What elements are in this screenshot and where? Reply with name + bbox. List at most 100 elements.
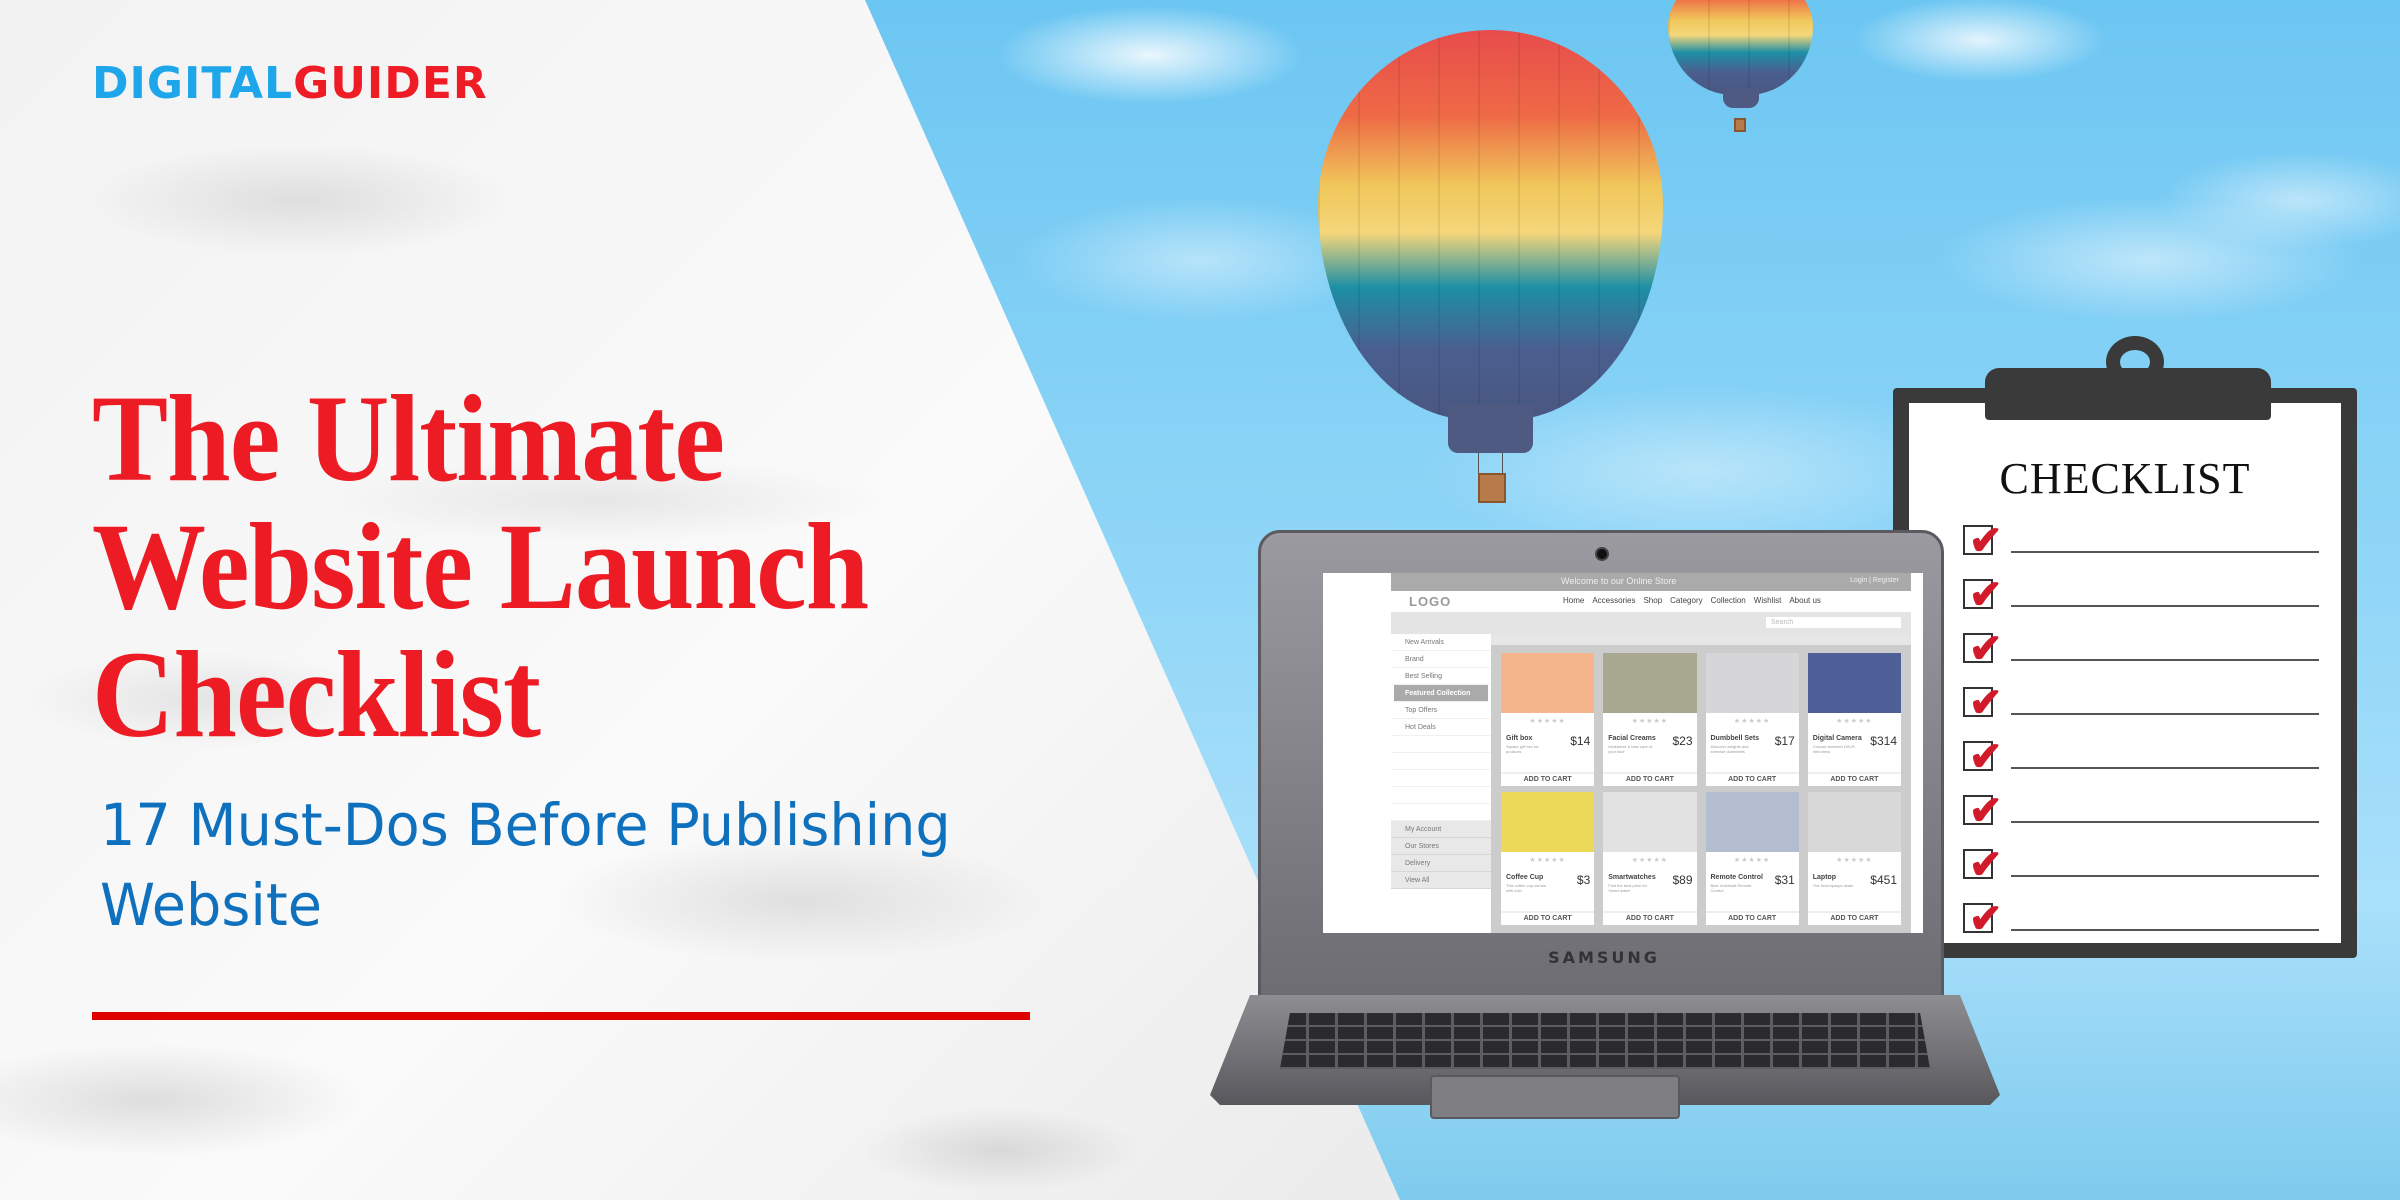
brand-logo[interactable]: DIGITALGUIDER bbox=[92, 58, 488, 109]
laptop: Welcome to our Online Store Login | Regi… bbox=[1210, 525, 2000, 1119]
checklist-item: ✔ bbox=[1963, 515, 2323, 561]
sidebar-spacer bbox=[1391, 787, 1491, 804]
sidebar-item[interactable]: New Arrivals bbox=[1391, 634, 1491, 651]
login-register-link[interactable]: Login | Register bbox=[1850, 577, 1899, 584]
product-image[interactable] bbox=[1501, 792, 1595, 852]
title-line: Checklist bbox=[92, 626, 541, 763]
store-mockup: Welcome to our Online Store Login | Regi… bbox=[1391, 573, 1911, 933]
store-nav-link[interactable]: About us bbox=[1789, 596, 1821, 605]
sidebar-item[interactable]: Brand bbox=[1391, 651, 1491, 668]
balloon-basket bbox=[1734, 118, 1746, 132]
product-name[interactable]: Digital Camera bbox=[1813, 735, 1862, 742]
product-price: $31 bbox=[1774, 873, 1795, 887]
laptop-screen: Welcome to our Online Store Login | Regi… bbox=[1323, 573, 1923, 933]
store-nav-link[interactable]: Accessories bbox=[1592, 596, 1635, 605]
checklist-line bbox=[2011, 821, 2319, 823]
product-image[interactable] bbox=[1705, 792, 1799, 852]
store-nav-link[interactable]: Wishlist bbox=[1754, 596, 1782, 605]
checklist-line bbox=[2011, 713, 2319, 715]
checklist-item: ✔ bbox=[1963, 839, 2323, 885]
product-image[interactable] bbox=[1501, 653, 1595, 713]
rating-stars-icon: ★★★★★ bbox=[1631, 857, 1669, 864]
add-to-cart-button[interactable]: ADD TO CART bbox=[1807, 911, 1901, 925]
add-to-cart-button[interactable]: ADD TO CART bbox=[1501, 772, 1595, 786]
product-name[interactable]: Facial Creams bbox=[1608, 735, 1655, 742]
balloon-envelope bbox=[1668, 0, 1813, 95]
product-name[interactable]: Dumbbell Sets bbox=[1711, 735, 1760, 742]
sidebar-item[interactable]: My Account bbox=[1391, 821, 1491, 838]
store-nav-link[interactable]: Collection bbox=[1711, 596, 1746, 605]
product-image[interactable] bbox=[1705, 653, 1799, 713]
sidebar-item[interactable]: Best Selling bbox=[1391, 668, 1491, 685]
checklist-line bbox=[2011, 929, 2319, 931]
store-logo[interactable]: LOGO bbox=[1409, 594, 1451, 609]
rating-stars-icon: ★★★★★ bbox=[1836, 718, 1873, 725]
product-price: $314 bbox=[1870, 734, 1897, 748]
product-description: Find the best price for Smart watch bbox=[1608, 883, 1647, 893]
add-to-cart-button[interactable]: ADD TO CART bbox=[1603, 911, 1697, 925]
laptop-keyboard bbox=[1280, 1013, 1930, 1069]
product-image[interactable] bbox=[1603, 653, 1697, 713]
product-card[interactable]: ★★★★★ Dumbbell Sets Discover weights and e… bbox=[1705, 653, 1799, 786]
store-nav-link[interactable]: Shop bbox=[1643, 596, 1662, 605]
rating-stars-icon: ★★★★★ bbox=[1733, 857, 1771, 864]
subtitle-line: Website bbox=[100, 871, 322, 939]
add-to-cart-button[interactable]: ADD TO CART bbox=[1603, 772, 1697, 786]
product-description: The best laptops deals bbox=[1812, 883, 1853, 888]
product-card[interactable]: ★★★★★ Facial Creams Moisturize & take care… bbox=[1603, 653, 1697, 786]
store-search-input[interactable]: Search bbox=[1766, 617, 1901, 628]
product-description: Choose between DSLR, mirrorless bbox=[1812, 744, 1856, 754]
title-line: The Ultimate bbox=[92, 370, 725, 507]
balloon-skirt bbox=[1448, 405, 1533, 453]
divider-rule bbox=[92, 1012, 1030, 1020]
store-nav-link[interactable]: Home bbox=[1563, 596, 1584, 605]
product-name[interactable]: Coffee Cup bbox=[1506, 874, 1543, 881]
subtitle: 17 Must-Dos Before Publishing Website bbox=[100, 785, 951, 945]
product-price: $3 bbox=[1576, 873, 1591, 887]
rating-stars-icon: ★★★★★ bbox=[1529, 718, 1566, 725]
store-nav-link[interactable]: Category bbox=[1670, 596, 1702, 605]
product-card[interactable]: ★★★★★ Remote Control Best Universal Remote… bbox=[1705, 792, 1799, 925]
product-image[interactable] bbox=[1603, 792, 1697, 852]
product-name[interactable]: Laptop bbox=[1813, 874, 1836, 881]
product-card[interactable]: ★★★★★ Laptop The best laptops deals $451 ADD… bbox=[1807, 792, 1901, 925]
rating-stars-icon: ★★★★★ bbox=[1529, 857, 1566, 864]
add-to-cart-button[interactable]: ADD TO CART bbox=[1705, 911, 1799, 925]
product-price: $14 bbox=[1570, 734, 1591, 748]
page-title: The Ultimate Website Launch Checklist bbox=[92, 370, 869, 763]
product-image[interactable] bbox=[1807, 792, 1901, 852]
product-name[interactable]: Smartwatches bbox=[1608, 874, 1655, 881]
checklist-item: ✔ bbox=[1963, 623, 2323, 669]
balloon-ropes bbox=[1478, 453, 1503, 473]
rating-stars-icon: ★★★★★ bbox=[1836, 857, 1873, 864]
sidebar-spacer bbox=[1391, 753, 1491, 770]
checklist-item: ✔ bbox=[1963, 569, 2323, 615]
add-to-cart-button[interactable]: ADD TO CART bbox=[1501, 911, 1595, 925]
sidebar-item[interactable]: Featured Collection bbox=[1394, 685, 1488, 702]
product-card[interactable]: ★★★★★ Coffee Cup This coffee cup comes wit… bbox=[1501, 792, 1595, 925]
product-image[interactable] bbox=[1807, 653, 1901, 713]
sidebar-spacer bbox=[1391, 770, 1491, 787]
sidebar-item[interactable]: View All bbox=[1391, 872, 1491, 889]
product-price: $23 bbox=[1672, 734, 1693, 748]
sidebar-item[interactable]: Hot Deals bbox=[1391, 719, 1491, 736]
checklist-item: ✔ bbox=[1963, 677, 2323, 723]
balloon-basket bbox=[1478, 473, 1506, 503]
product-name[interactable]: Remote Control bbox=[1711, 874, 1764, 881]
product-card[interactable]: ★★★★★ Smartwatches Find the best price for… bbox=[1603, 792, 1697, 925]
checklist-item: ✔ bbox=[1963, 893, 2323, 939]
add-to-cart-button[interactable]: ADD TO CART bbox=[1705, 772, 1799, 786]
product-card[interactable]: ★★★★★ Gift box Square gift box for product… bbox=[1501, 653, 1595, 786]
clipboard-ring bbox=[2106, 336, 2164, 388]
sidebar-item[interactable]: Our Stores bbox=[1391, 838, 1491, 855]
product-name[interactable]: Gift box bbox=[1506, 735, 1532, 742]
product-description: Moisturize & take care of your face bbox=[1608, 744, 1653, 754]
checklist-item: ✔ bbox=[1963, 785, 2323, 831]
add-to-cart-button[interactable]: ADD TO CART bbox=[1807, 772, 1901, 786]
brand-logo-part1: DIGITAL bbox=[92, 58, 294, 109]
product-card[interactable]: ★★★★★ Digital Camera Choose between DSLR, … bbox=[1807, 653, 1901, 786]
sidebar-item[interactable]: Delivery bbox=[1391, 855, 1491, 872]
sidebar-item[interactable]: Top Offers bbox=[1391, 702, 1491, 719]
sidebar-spacer bbox=[1391, 804, 1491, 821]
laptop-brand: SAMSUNG bbox=[1548, 948, 1660, 967]
